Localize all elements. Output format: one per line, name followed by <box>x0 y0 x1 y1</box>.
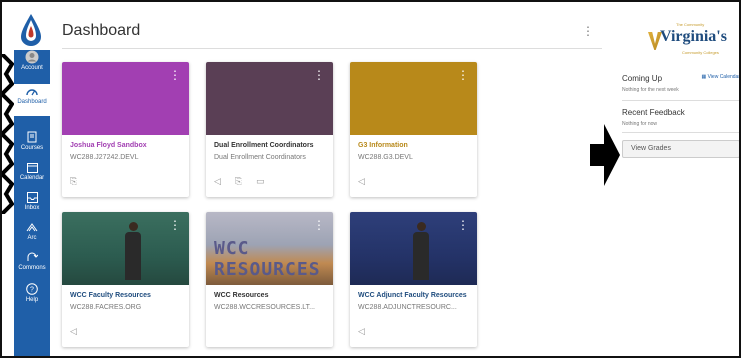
course-card-g3-information[interactable]: ⋮ G3 Information WC288.G3.DEVL ◁ <box>350 62 477 197</box>
card-name[interactable]: WCC Resources <box>214 292 268 299</box>
announcements-icon[interactable]: ◁ <box>358 176 365 187</box>
view-grades-button[interactable]: View Grades <box>622 140 739 158</box>
commons-icon <box>25 250 39 264</box>
dashboard-icon <box>25 84 39 98</box>
recent-feedback-title: Recent Feedback <box>622 108 685 117</box>
lecturer-figure <box>412 222 430 282</box>
course-card-joshua-floyd-sandbox[interactable]: ⋮ Joshua Floyd Sandbox WC288.J27242.DEVL… <box>62 62 189 197</box>
header-divider <box>62 48 602 49</box>
card-code: Dual Enrollment Coordinators <box>214 154 306 161</box>
announcements-icon[interactable]: ◁ <box>70 326 77 337</box>
nav-commons[interactable]: Commons <box>14 250 50 282</box>
calendar-icon <box>25 160 39 174</box>
recent-feedback-text: Nothing for now <box>622 121 658 127</box>
vccs-logo: The Community Virginia's Community Colle… <box>648 22 738 62</box>
card-options-icon[interactable]: ⋮ <box>169 68 181 82</box>
nav-label: Arc <box>27 235 37 241</box>
view-calendar-link-label: View Calendar <box>707 74 740 80</box>
coming-up-text: Nothing for the next week <box>622 87 679 93</box>
nav-calendar[interactable]: Calendar <box>14 160 50 192</box>
logo-wordmark: Virginia's <box>660 28 727 45</box>
course-card-wcc-resources[interactable]: WCC RESOURCES ⋮ WCC Resources WC288.WCCR… <box>206 212 333 347</box>
left-decoration <box>2 2 15 356</box>
card-code: WC288.FACRES.ORG <box>70 304 142 311</box>
nav-label: Help <box>25 297 39 303</box>
announcements-icon[interactable]: ◁ <box>214 176 221 187</box>
card-action-icons: ⎘ <box>70 176 77 187</box>
help-icon: ? <box>25 282 39 296</box>
inbox-icon <box>25 190 39 204</box>
coming-up-section: Coming Up ▦ View Calendar Nothing for th… <box>622 74 740 93</box>
logo-tagline: The Community <box>676 22 705 27</box>
section-divider <box>622 100 739 101</box>
card-action-icons: ◁ <box>358 326 365 337</box>
right-sidebar: The Community Virginia's Community Colle… <box>610 20 740 350</box>
card-action-icons: ◁ <box>70 326 77 337</box>
card-name[interactable]: Joshua Floyd Sandbox <box>70 142 147 149</box>
recent-feedback-section: Recent Feedback Nothing for now <box>622 108 739 127</box>
nav-account[interactable]: Account <box>14 50 50 82</box>
course-card-wcc-adjunct-faculty-resources[interactable]: ⋮ WCC Adjunct Faculty Resources WC288.AD… <box>350 212 477 347</box>
nav-help[interactable]: ? Help <box>14 282 50 314</box>
nav-label: Dashboard <box>17 99 47 105</box>
college-logo-icon[interactable] <box>16 12 46 46</box>
view-calendar-link[interactable]: ▦ View Calendar <box>701 74 740 80</box>
discussions-icon[interactable]: ⎘ <box>235 176 242 187</box>
nav-arc[interactable]: Arc <box>14 220 50 252</box>
global-navigation: Account Dashboard Courses Calendar Inbox… <box>14 50 50 356</box>
dashboard-header: Dashboard ⋮ <box>62 20 602 48</box>
nav-label: Calendar <box>19 175 45 181</box>
discussions-icon[interactable]: ⎘ <box>70 176 77 187</box>
card-options-icon[interactable]: ⋮ <box>457 68 469 82</box>
page-title: Dashboard <box>62 22 141 39</box>
files-icon[interactable]: ▭ <box>256 176 265 187</box>
account-icon <box>25 50 39 64</box>
courses-icon <box>25 130 39 144</box>
nav-label: Inbox <box>24 205 40 211</box>
nav-inbox[interactable]: Inbox <box>14 190 50 222</box>
card-name[interactable]: Dual Enrollment Coordinators <box>214 142 314 149</box>
course-card-wcc-faculty-resources[interactable]: ⋮ WCC Faculty Resources WC288.FACRES.ORG… <box>62 212 189 347</box>
card-name[interactable]: WCC Adjunct Faculty Resources <box>358 292 467 299</box>
lecturer-figure <box>124 222 142 282</box>
nav-label: Account <box>21 65 43 71</box>
nav-courses[interactable]: Courses <box>14 130 50 162</box>
card-name[interactable]: G3 Information <box>358 142 408 149</box>
banner-text: WCC RESOURCES <box>214 238 321 280</box>
dashboard-options-icon[interactable]: ⋮ <box>582 24 594 38</box>
card-name[interactable]: WCC Faculty Resources <box>70 292 151 299</box>
card-code: WC288.G3.DEVL <box>358 154 413 161</box>
card-code: WC288.WCCRESOURCES.LT... <box>214 304 315 311</box>
screenshot-frame: Account Dashboard Courses Calendar Inbox… <box>0 0 741 358</box>
card-action-icons: ◁ ⎘ ▭ <box>214 176 265 187</box>
card-code: WC288.ADJUNCTRESOURC... <box>358 304 457 311</box>
nav-label: Courses <box>20 145 44 151</box>
svg-text:?: ? <box>30 287 34 294</box>
card-action-icons: ◁ <box>358 176 365 187</box>
card-options-icon[interactable]: ⋮ <box>169 218 181 232</box>
card-options-icon[interactable]: ⋮ <box>313 68 325 82</box>
section-divider <box>622 132 739 133</box>
nav-label: Commons <box>18 265 46 271</box>
card-code: WC288.J27242.DEVL <box>70 154 139 161</box>
course-card-dual-enrollment-coordinators[interactable]: ⋮ Dual Enrollment Coordinators Dual Enro… <box>206 62 333 197</box>
arc-icon <box>25 220 39 234</box>
card-options-icon[interactable]: ⋮ <box>457 218 469 232</box>
card-options-icon[interactable]: ⋮ <box>313 218 325 232</box>
nav-dashboard[interactable]: Dashboard <box>14 84 50 116</box>
logo-subtitle: Community Colleges <box>682 50 719 55</box>
announcements-icon[interactable]: ◁ <box>358 326 365 337</box>
